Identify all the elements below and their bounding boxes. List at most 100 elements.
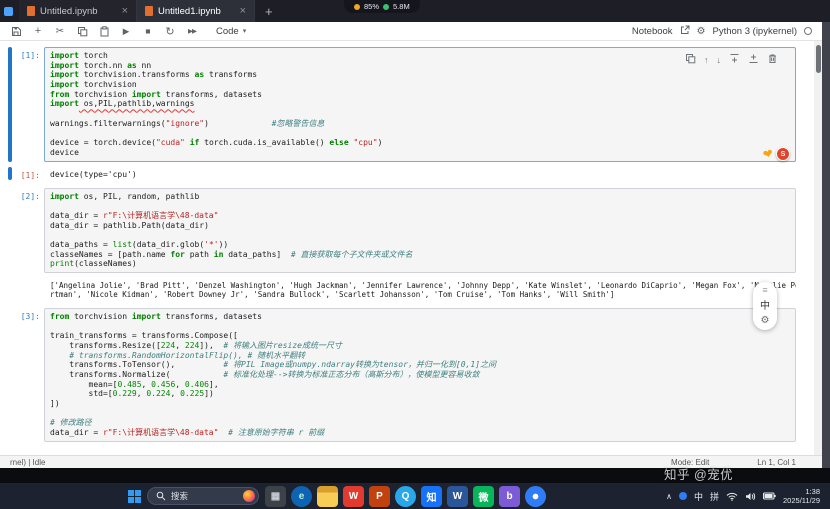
app-orange-p[interactable]: P (369, 485, 390, 507)
output-area: ['Angelina Jolie', 'Brad Pitt', 'Denzel … (8, 278, 796, 300)
code-editor[interactable]: import torch import torch.nn as nn import … (44, 47, 796, 162)
speed-overlay: 85% 5.8M (344, 0, 420, 13)
cell-collapser[interactable] (8, 47, 12, 162)
paste-cells-button[interactable] (98, 25, 110, 37)
execution-count: [1]: (20, 51, 40, 60)
taskbar-search[interactable]: 搜索 (147, 487, 259, 505)
kernel-name[interactable]: Python 3 (ipykernel) (713, 26, 797, 37)
reaction-badges: ❤ S (761, 146, 790, 162)
notebook-file-icon (27, 6, 35, 16)
external-link-icon[interactable] (680, 25, 690, 38)
run-button[interactable]: ▶ (120, 25, 132, 37)
code-cell: [1]: import torch import torch.nn as nn imp… (8, 47, 796, 162)
delete-cell-button[interactable] (767, 51, 778, 69)
execution-count: [1]: (20, 170, 40, 180)
search-icon (156, 491, 166, 501)
duplicate-cell-button[interactable] (685, 51, 696, 69)
output-text: ['Angelina Jolie', 'Brad Pitt', 'Denzel … (50, 281, 796, 300)
notebook-cells: [1]: import torch import torch.nn as nn imp… (8, 47, 796, 442)
overlay-percent: 85% (364, 2, 380, 11)
translate-icon[interactable]: 中 (760, 297, 770, 312)
cell-type-dropdown[interactable]: Code ▾ (216, 26, 246, 37)
chevron-down-icon: ▾ (242, 28, 247, 35)
execution-count: [3]: (20, 311, 40, 321)
move-cell-down-button[interactable]: ↓ (717, 55, 722, 65)
tray-expand-icon[interactable]: ∧ (666, 492, 672, 501)
system-tray: ∧ 中 拼 1:38 2025/11/29 (666, 487, 830, 505)
tab-close-icon[interactable]: × (240, 6, 246, 17)
cell-collapser[interactable] (8, 278, 12, 300)
new-tab-button[interactable]: + (255, 4, 283, 19)
window-app-icon (4, 6, 13, 16)
app-edge-browser[interactable]: e (291, 485, 312, 507)
code-editor[interactable]: from torchvision import transforms, data… (44, 307, 796, 442)
translate-float-widget[interactable]: ≡ 中 ⚙ (753, 282, 777, 330)
taskbar-clock[interactable]: 1:38 2025/11/29 (783, 487, 820, 505)
cut-cells-button[interactable]: ✂ (54, 25, 66, 37)
output-text: device(type='cpu') (50, 169, 137, 179)
app-zhihu-blue[interactable]: 知 (421, 485, 442, 507)
app-qq-blue[interactable]: Q (395, 485, 416, 507)
wifi-icon[interactable] (726, 492, 738, 501)
cursor-position[interactable]: Ln 1, Col 1 (757, 458, 796, 467)
move-cell-up-button[interactable]: ↑ (704, 55, 709, 65)
restart-run-all-button[interactable]: ▶▶ (186, 25, 198, 37)
app-purple-b[interactable]: b (499, 485, 520, 507)
app-blue-circle[interactable] (525, 485, 546, 507)
download-icon (354, 3, 360, 10)
tray-blue-app-icon[interactable] (678, 492, 687, 500)
start-button[interactable] (128, 489, 141, 503)
search-daily-icon[interactable] (243, 490, 255, 502)
copy-cells-button[interactable] (76, 25, 88, 37)
volume-icon[interactable] (745, 492, 756, 501)
search-label: 搜索 (171, 491, 189, 501)
code-cell: [3]: from torchvision import transforms, … (8, 307, 796, 442)
tray-time: 1:38 (805, 487, 820, 496)
insert-cell-below-button[interactable] (748, 51, 759, 69)
drag-handle-icon[interactable]: ≡ (762, 286, 767, 295)
notebook-area: [1]: import torch import torch.nn as nn imp… (0, 41, 816, 455)
cell-collapser[interactable] (8, 308, 12, 442)
insert-cell-button[interactable]: + (32, 25, 44, 37)
speed-icon (383, 3, 390, 10)
save-button[interactable] (10, 25, 22, 37)
app-wechat-green[interactable]: 微 (473, 485, 494, 507)
taskbar-apps: ▦ e W P Q 知 W 微 b (265, 485, 546, 507)
cell-type-value: Code (216, 25, 239, 37)
code-editor[interactable]: import os, PIL, random, pathlib data_dir… (44, 187, 796, 274)
insert-cell-above-button[interactable] (729, 51, 740, 69)
scrollbar-thumb[interactable] (815, 45, 821, 73)
notebook-scrollbar[interactable] (814, 41, 822, 455)
battery-icon[interactable] (763, 492, 776, 500)
watermark: 知乎 @宠优 (664, 468, 734, 482)
browser-tab-untitled[interactable]: Untitled.ipynb × (19, 0, 137, 22)
stop-button[interactable]: ■ (142, 25, 154, 37)
app-icon-dark-grid[interactable]: ▦ (265, 485, 286, 507)
desktop-screen: Untitled.ipynb × Untitled1.ipynb × + 85%… (0, 0, 830, 509)
app-file-explorer-folder[interactable] (317, 485, 338, 507)
app-word-blue[interactable]: W (447, 485, 468, 507)
cell-collapser[interactable] (8, 166, 12, 180)
execution-count (14, 278, 44, 300)
tab-title: Untitled.ipynb (40, 5, 98, 17)
settings-gear-icon[interactable]: ⚙ (697, 26, 706, 37)
tab-close-icon[interactable]: × (122, 6, 128, 17)
notebook-file-icon (145, 6, 153, 16)
s-badge-icon: S (776, 147, 790, 161)
restart-kernel-button[interactable]: ↻ (164, 25, 176, 38)
notebook-mode-label: Notebook (631, 25, 673, 37)
output-area: [1]: device(type='cpu') (8, 166, 796, 180)
overlay-speed: 5.8M (393, 2, 410, 11)
browser-tab-untitled1[interactable]: Untitled1.ipynb × (137, 0, 255, 22)
widget-gear-icon[interactable]: ⚙ (761, 315, 770, 326)
kernel-status-text: rnel) | Idle (10, 457, 46, 467)
kernel-status-icon (804, 27, 812, 35)
app-wps-red[interactable]: W (343, 485, 364, 507)
tray-date: 2025/11/29 (783, 496, 820, 505)
notebook-toolbar: + ✂ ▶ ■ ↻ ▶▶ Code ▾ Notebook ⚙ Python 3 … (0, 22, 822, 41)
cell-collapser[interactable] (8, 188, 12, 274)
ime-mode[interactable]: 拼 (710, 490, 719, 503)
execution-count: [2]: (20, 191, 40, 201)
window-edge (822, 22, 830, 468)
ime-language[interactable]: 中 (694, 490, 703, 503)
